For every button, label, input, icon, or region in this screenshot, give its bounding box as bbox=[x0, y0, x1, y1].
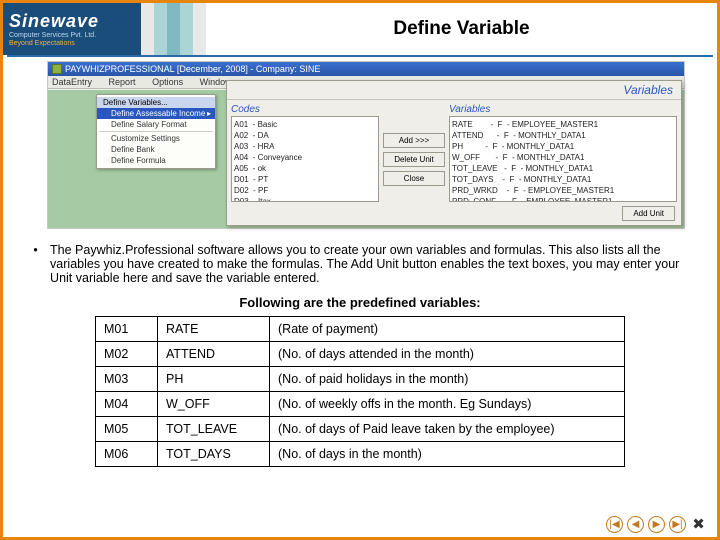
menu-separator bbox=[99, 131, 213, 132]
cell-desc: (No. of days attended in the month) bbox=[270, 342, 625, 367]
table-row: M05 TOT_LEAVE (No. of days of Paid leave… bbox=[96, 417, 625, 442]
window-title: PAYWHIZPROFESSIONAL [December, 2008] - C… bbox=[65, 64, 320, 74]
brand-title: Sinewave bbox=[9, 11, 135, 32]
content: • The Paywhiz.Professional software allo… bbox=[3, 237, 717, 467]
codes-listbox[interactable]: A01 - Basic A02 - DA A03 - HRA A04 - Con… bbox=[231, 116, 379, 202]
cell-desc: (No. of paid holidays in the month) bbox=[270, 367, 625, 392]
cell-code: M03 bbox=[96, 367, 158, 392]
nav-first-icon[interactable]: |◀ bbox=[606, 516, 623, 533]
variables-dialog: Variables Codes A01 - Basic A02 - DA A03… bbox=[226, 80, 682, 226]
cell-var: W_OFF bbox=[158, 392, 270, 417]
bullet-paragraph: • The Paywhiz.Professional software allo… bbox=[33, 243, 687, 285]
context-menu: Define Variables... Define Assessable In… bbox=[96, 94, 216, 169]
app-screenshot: PAYWHIZPROFESSIONAL [December, 2008] - C… bbox=[47, 61, 685, 229]
table-row: M02 ATTEND (No. of days attended in the … bbox=[96, 342, 625, 367]
nav-prev-icon[interactable]: ◀ bbox=[627, 516, 644, 533]
nav-last-icon[interactable]: ▶| bbox=[669, 516, 686, 533]
slide-nav: |◀ ◀ ▶ ▶| ✖ bbox=[606, 516, 707, 533]
nav-next-icon[interactable]: ▶ bbox=[648, 516, 665, 533]
table-row: M03 PH (No. of paid holidays in the mont… bbox=[96, 367, 625, 392]
menu-dataentry[interactable]: DataEntry bbox=[52, 77, 92, 87]
cell-var: ATTEND bbox=[158, 342, 270, 367]
paragraph-text: The Paywhiz.Professional software allows… bbox=[50, 243, 687, 285]
cell-var: TOT_LEAVE bbox=[158, 417, 270, 442]
button-column: Add >>> Delete Unit Close bbox=[383, 104, 445, 202]
cell-code: M04 bbox=[96, 392, 158, 417]
cell-var: TOT_DAYS bbox=[158, 442, 270, 467]
brand-logo: Sinewave Computer Services Pvt. Ltd. Bey… bbox=[3, 3, 141, 55]
cell-desc: (Rate of payment) bbox=[270, 317, 625, 342]
decorative-stripes bbox=[141, 3, 206, 55]
dialog-title: Variables bbox=[227, 81, 681, 100]
window-titlebar: PAYWHIZPROFESSIONAL [December, 2008] - C… bbox=[48, 62, 684, 76]
variables-listbox[interactable]: RATE - F - EMPLOYEE_MASTER1 ATTEND - F -… bbox=[449, 116, 677, 202]
context-menu-item[interactable]: Define Salary Format bbox=[97, 119, 215, 130]
cell-var: PH bbox=[158, 367, 270, 392]
nav-close-icon[interactable]: ✖ bbox=[690, 516, 707, 533]
cell-desc: (No. of weekly offs in the month. Eg Sun… bbox=[270, 392, 625, 417]
context-menu-header[interactable]: Define Variables... bbox=[97, 97, 215, 108]
cell-code: M02 bbox=[96, 342, 158, 367]
header-rule bbox=[7, 55, 713, 57]
context-menu-item[interactable]: Define Formula bbox=[97, 155, 215, 166]
dialog-footer: Add Unit bbox=[227, 206, 681, 223]
codes-panel: Codes A01 - Basic A02 - DA A03 - HRA A04… bbox=[231, 104, 379, 202]
cell-code: M06 bbox=[96, 442, 158, 467]
close-button[interactable]: Close bbox=[383, 171, 445, 186]
context-menu-item[interactable]: Customize Settings bbox=[97, 133, 215, 144]
table-caption: Following are the predefined variables: bbox=[33, 285, 687, 316]
table-row: M04 W_OFF (No. of weekly offs in the mon… bbox=[96, 392, 625, 417]
cell-desc: (No. of days of Paid leave taken by the … bbox=[270, 417, 625, 442]
dialog-body: Codes A01 - Basic A02 - DA A03 - HRA A04… bbox=[227, 100, 681, 206]
cell-code: M01 bbox=[96, 317, 158, 342]
cell-var: RATE bbox=[158, 317, 270, 342]
add-button[interactable]: Add >>> bbox=[383, 133, 445, 148]
menu-options[interactable]: Options bbox=[152, 77, 183, 87]
cell-code: M05 bbox=[96, 417, 158, 442]
brand-subtitle: Computer Services Pvt. Ltd. bbox=[9, 32, 135, 39]
brand-tagline: Beyond Expectations bbox=[9, 40, 135, 47]
add-unit-button[interactable]: Add Unit bbox=[622, 206, 675, 221]
bullet-icon: • bbox=[33, 243, 38, 285]
header: Sinewave Computer Services Pvt. Ltd. Bey… bbox=[3, 3, 717, 55]
context-menu-item[interactable]: Define Bank bbox=[97, 144, 215, 155]
workspace: Define Variables... Define Assessable In… bbox=[48, 90, 684, 228]
page-title-wrap: Define Variable bbox=[206, 3, 717, 55]
table-row: M06 TOT_DAYS (No. of days in the month) bbox=[96, 442, 625, 467]
variables-panel: Variables RATE - F - EMPLOYEE_MASTER1 AT… bbox=[449, 104, 677, 202]
table-row: M01 RATE (Rate of payment) bbox=[96, 317, 625, 342]
page-title: Define Variable bbox=[393, 18, 529, 40]
variables-label: Variables bbox=[449, 104, 677, 116]
app-icon bbox=[52, 64, 62, 74]
cell-desc: (No. of days in the month) bbox=[270, 442, 625, 467]
menu-report[interactable]: Report bbox=[109, 77, 136, 87]
predefined-variables-table: M01 RATE (Rate of payment) M02 ATTEND (N… bbox=[95, 316, 625, 467]
delete-unit-button[interactable]: Delete Unit bbox=[383, 152, 445, 167]
context-menu-item[interactable]: Define Assessable Income bbox=[97, 108, 215, 119]
codes-label: Codes bbox=[231, 104, 379, 116]
